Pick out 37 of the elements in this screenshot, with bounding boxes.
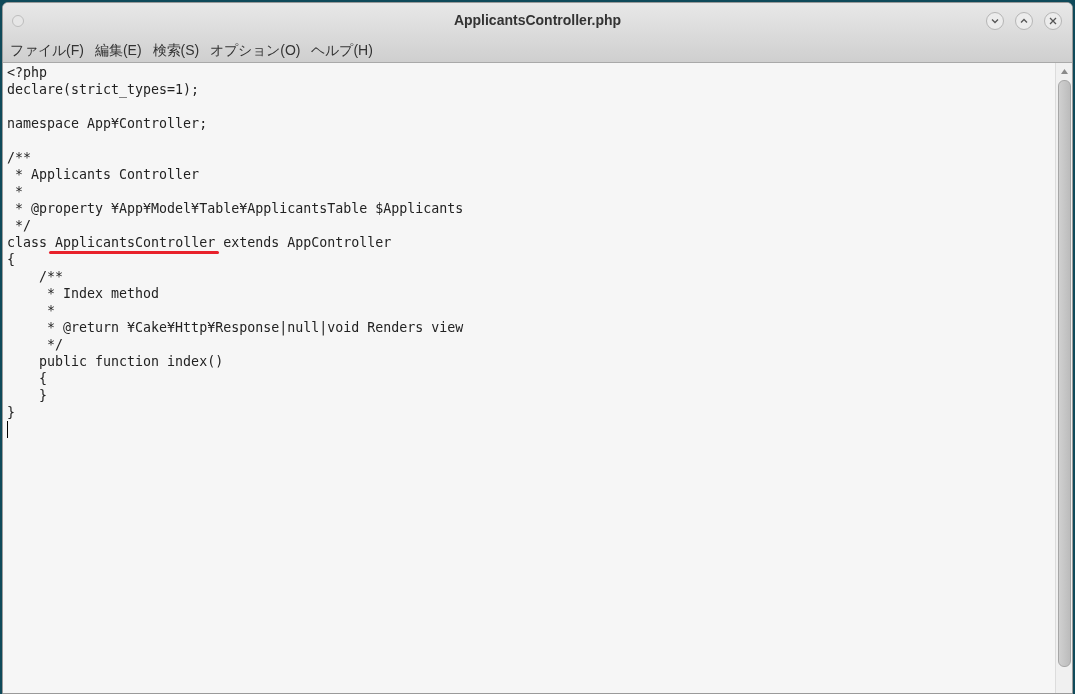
chevron-down-icon (991, 16, 999, 25)
minimize-button[interactable] (986, 11, 1004, 30)
code-line: { (7, 252, 15, 267)
code-line: * (14, 184, 23, 199)
menu-item[interactable]: ファイル(F) (10, 39, 84, 61)
text-cursor (7, 421, 8, 438)
close-icon (1049, 16, 1057, 25)
code-line: <?php (7, 65, 48, 80)
window-title: ApplicantsController.php (453, 11, 622, 30)
code-line: public function index() (38, 354, 224, 369)
scrollbar[interactable] (1055, 63, 1072, 693)
code-line: * @return ¥Cake¥Http¥Response|null|void Renders view (46, 320, 464, 335)
code-line: { (38, 371, 48, 386)
menu-item[interactable]: 編集(E) (94, 39, 142, 61)
code-line: } (7, 405, 15, 420)
code-line: * Applicants Controller (14, 167, 200, 182)
code-line: } (38, 388, 48, 403)
menu-item[interactable]: ヘルプ(H) (311, 39, 373, 61)
scroll-up-icon (1060, 69, 1068, 74)
code-line: declare(strict_types=1); (7, 82, 200, 97)
code-line: namespace App¥Controller; (7, 116, 208, 131)
code-line: * Index method (46, 286, 160, 301)
code-line: * @property ¥App¥Model¥Table¥ApplicantsTable $Applicants (14, 201, 464, 216)
code-line: */ (46, 337, 64, 352)
chevron-up-icon (1020, 16, 1028, 25)
code-line: */ (14, 218, 32, 233)
underlined-code: ApplicantsController (55, 234, 216, 251)
code-line: /** (7, 150, 32, 165)
menu-item[interactable]: 検索(S) (152, 39, 200, 61)
menu-item[interactable]: オプション(O) (210, 39, 301, 61)
code-line: /** (38, 269, 64, 284)
code-text: extends AppController (222, 234, 392, 251)
maximize-button[interactable] (1015, 11, 1033, 30)
code-line: * (46, 303, 56, 318)
code-text: class (7, 234, 49, 251)
close-button[interactable] (1044, 11, 1062, 30)
scrollbar-thumb[interactable] (1057, 80, 1071, 667)
